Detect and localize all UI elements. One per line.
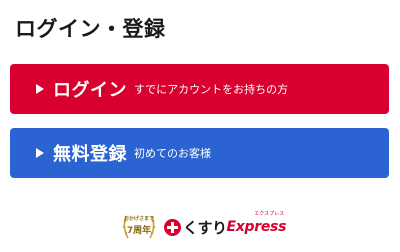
register-button-label: 無料登録	[53, 144, 127, 165]
login-button-subtext: すでにアカウントをお持ちの方	[134, 83, 289, 96]
arrow-right-icon	[36, 84, 44, 94]
brand-name: くすり	[183, 218, 227, 237]
brand-kana: エクスプレス	[254, 210, 285, 217]
login-button[interactable]: ログイン すでにアカウントをお持ちの方	[10, 64, 389, 114]
anniversary-badge: おかげさまで 7周年	[120, 212, 158, 242]
anniversary-caption: おかげさまで	[123, 216, 154, 222]
register-button-subtext: 初めてのお客様	[134, 147, 211, 160]
brand-express: Express	[226, 219, 287, 235]
register-button[interactable]: 無料登録 初めてのお客様	[10, 128, 389, 178]
page-title: ログイン・登録	[15, 17, 166, 41]
login-button-label: ログイン	[53, 80, 127, 101]
footer-logos: おかげさまで 7周年 くすり Express エクスプレス	[120, 210, 286, 244]
medical-cross-icon	[164, 218, 181, 236]
arrow-right-icon	[36, 148, 44, 158]
brand-logo: くすり Express エクスプレス	[164, 211, 287, 238]
anniversary-years: 7周年	[126, 226, 152, 236]
